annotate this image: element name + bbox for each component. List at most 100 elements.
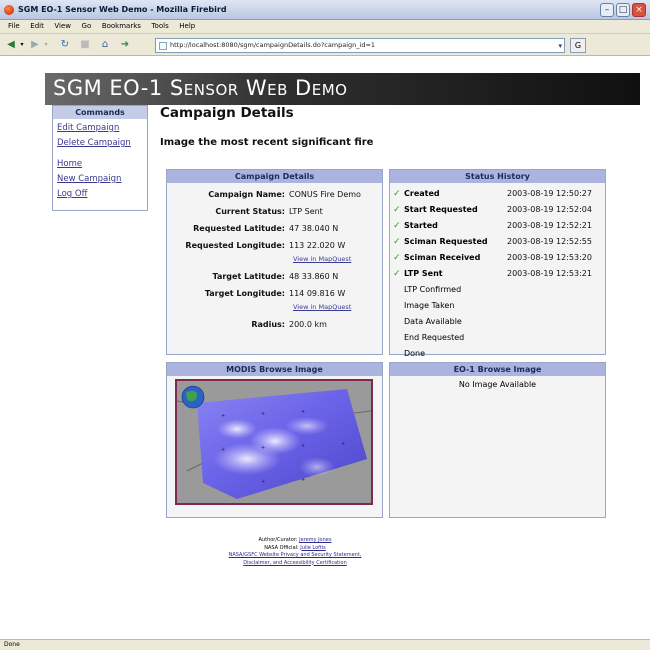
check-slot	[393, 314, 404, 330]
reload-icon[interactable]: ↻	[58, 38, 72, 52]
new-campaign-link[interactable]: New Campaign	[57, 172, 147, 187]
official-link[interactable]: Julie Loftis	[300, 545, 325, 551]
history-row: LTP Confirmed	[393, 282, 625, 298]
view-in-mapquest-link[interactable]: View in MapQuest	[167, 302, 382, 316]
check-slot	[393, 298, 404, 314]
author-link[interactable]: Jeremy Jones	[299, 537, 331, 543]
history-row: ✓ Sciman Received 2003-08-19 12:53:20	[393, 250, 625, 266]
detail-label: Requested Latitude:	[193, 224, 285, 233]
history-status: Sciman Requested	[404, 237, 488, 246]
page-subtitle: Image the most recent significant fire	[160, 137, 374, 148]
history-status: Started	[404, 221, 438, 230]
go-arrow-icon[interactable]: ➜	[118, 38, 132, 52]
menu-view[interactable]: View	[50, 20, 75, 32]
svg-text:+: +	[261, 479, 265, 485]
history-status: End Requested	[404, 333, 465, 342]
detail-value: 47 38.040 N	[289, 224, 339, 233]
history-row: ✓ Start Requested 2003-08-19 12:52:04	[393, 202, 625, 218]
window-titlebar: SGM EO-1 Sensor Web Demo - Mozilla Fireb…	[0, 0, 650, 20]
page-viewport: SGM EO-1 Sensor Web Demo Commands Edit C…	[0, 57, 650, 639]
svg-text:+: +	[301, 477, 305, 483]
view-in-mapquest-link[interactable]: View in MapQuest	[167, 254, 382, 268]
url-input[interactable]: http://localhost:8080/sgm/campaignDetail…	[155, 38, 565, 53]
forward-icon[interactable]: ▶	[28, 38, 42, 52]
svg-text:+: +	[221, 413, 225, 419]
check-icon: ✓	[393, 189, 401, 199]
history-row: ✓ Created 2003-08-19 12:50:27	[393, 186, 625, 202]
menu-tools[interactable]: Tools	[147, 20, 172, 32]
firebird-icon	[4, 5, 14, 15]
minimize-button[interactable]: –	[600, 3, 614, 17]
check-slot	[393, 346, 404, 362]
check-slot	[393, 282, 404, 298]
edit-campaign-link[interactable]: Edit Campaign	[57, 121, 147, 136]
history-row: ✓ LTP Sent 2003-08-19 12:53:21	[393, 266, 625, 282]
eo1-browse-panel: EO-1 Browse Image No Image Available	[389, 362, 606, 518]
home-icon[interactable]: ⌂	[98, 38, 112, 52]
modis-browse-image[interactable]: + + + + + + + + +	[175, 379, 373, 505]
author-label: Author/Curator:	[258, 537, 298, 543]
back-dropdown-icon[interactable]: ▾	[18, 38, 26, 52]
check-icon: ✓	[393, 253, 401, 263]
navigation-toolbar: ◀ ▾ ▶ ▾ ↻ ■ ⌂ ➜ http://localhost:8080/sg…	[0, 34, 650, 56]
history-status: LTP Sent	[404, 269, 443, 278]
history-status: Created	[404, 189, 440, 198]
check-icon: ✓	[393, 237, 401, 247]
accessibility-link[interactable]: Disclaimer, and Accessibility Certificat…	[243, 560, 346, 566]
forward-dropdown-icon[interactable]: ▾	[42, 38, 50, 52]
history-status: Image Taken	[404, 301, 455, 310]
detail-value: 114 09.816 W	[289, 289, 346, 298]
history-status: LTP Confirmed	[404, 285, 462, 294]
back-icon[interactable]: ◀	[4, 38, 18, 52]
check-icon: ✓	[393, 269, 401, 279]
url-text: http://localhost:8080/sgm/campaignDetail…	[170, 41, 376, 49]
history-time: 2003-08-19 12:52:04	[507, 205, 592, 214]
close-button[interactable]: ×	[632, 3, 646, 17]
page-footer: Author/Curator: Jeremy Jones NASA Offici…	[200, 537, 390, 567]
home-link[interactable]: Home	[57, 157, 147, 172]
official-label: NASA Official:	[264, 544, 299, 551]
eo1-browse-heading: EO-1 Browse Image	[390, 363, 605, 376]
svg-text:+: +	[301, 443, 305, 449]
history-time: 2003-08-19 12:53:20	[507, 253, 592, 262]
go-button[interactable]: G	[570, 38, 586, 53]
history-row: End Requested	[393, 330, 625, 346]
history-status: Sciman Received	[404, 253, 481, 262]
svg-text:+: +	[261, 445, 265, 451]
history-status: Start Requested	[404, 205, 478, 214]
menu-edit[interactable]: Edit	[26, 20, 48, 32]
delete-campaign-link[interactable]: Delete Campaign	[57, 136, 147, 151]
campaign-details-panel: Campaign Details Campaign Name: CONUS Fi…	[166, 169, 383, 355]
no-image-message: No Image Available	[458, 380, 537, 389]
banner-title: SGM EO-1 Sensor Web Demo	[53, 76, 348, 100]
detail-label: Current Status:	[215, 207, 285, 216]
status-text: Done	[4, 641, 20, 648]
detail-row: Campaign Name: CONUS Fire Demo	[167, 186, 382, 203]
detail-value: 200.0 km	[289, 320, 327, 329]
log-off-link[interactable]: Log Off	[57, 187, 147, 202]
history-status: Done	[404, 349, 426, 358]
detail-value: 48 33.860 N	[289, 272, 339, 281]
modis-browse-heading: MODIS Browse Image	[167, 363, 382, 376]
privacy-statement-link[interactable]: NASA/GSFC Website Privacy and Security S…	[229, 552, 362, 558]
menu-bookmarks[interactable]: Bookmarks	[98, 20, 145, 32]
detail-row: Target Longitude: 114 09.816 W	[167, 285, 382, 302]
url-dropdown-icon[interactable]: ▾	[558, 40, 562, 53]
menu-help[interactable]: Help	[175, 20, 199, 32]
site-banner: SGM EO-1 Sensor Web Demo	[45, 73, 640, 105]
menu-file[interactable]: File	[4, 20, 24, 32]
check-icon: ✓	[393, 205, 401, 215]
status-bar: Done	[0, 639, 650, 650]
history-row: ✓ Started 2003-08-19 12:52:21	[393, 218, 625, 234]
history-row: ✓ Sciman Requested 2003-08-19 12:52:55	[393, 234, 625, 250]
detail-value: LTP Sent	[289, 207, 323, 216]
history-row: Image Taken	[393, 298, 625, 314]
detail-label: Target Latitude:	[212, 272, 285, 281]
stop-icon[interactable]: ■	[78, 38, 92, 52]
svg-text:+: +	[341, 441, 345, 447]
page-title: Campaign Details	[160, 105, 294, 121]
detail-value: 113 22.020 W	[289, 241, 346, 250]
detail-row: Requested Longitude: 113 22.020 W	[167, 237, 382, 254]
maximize-button[interactable]: □	[616, 3, 630, 17]
menu-go[interactable]: Go	[78, 20, 96, 32]
